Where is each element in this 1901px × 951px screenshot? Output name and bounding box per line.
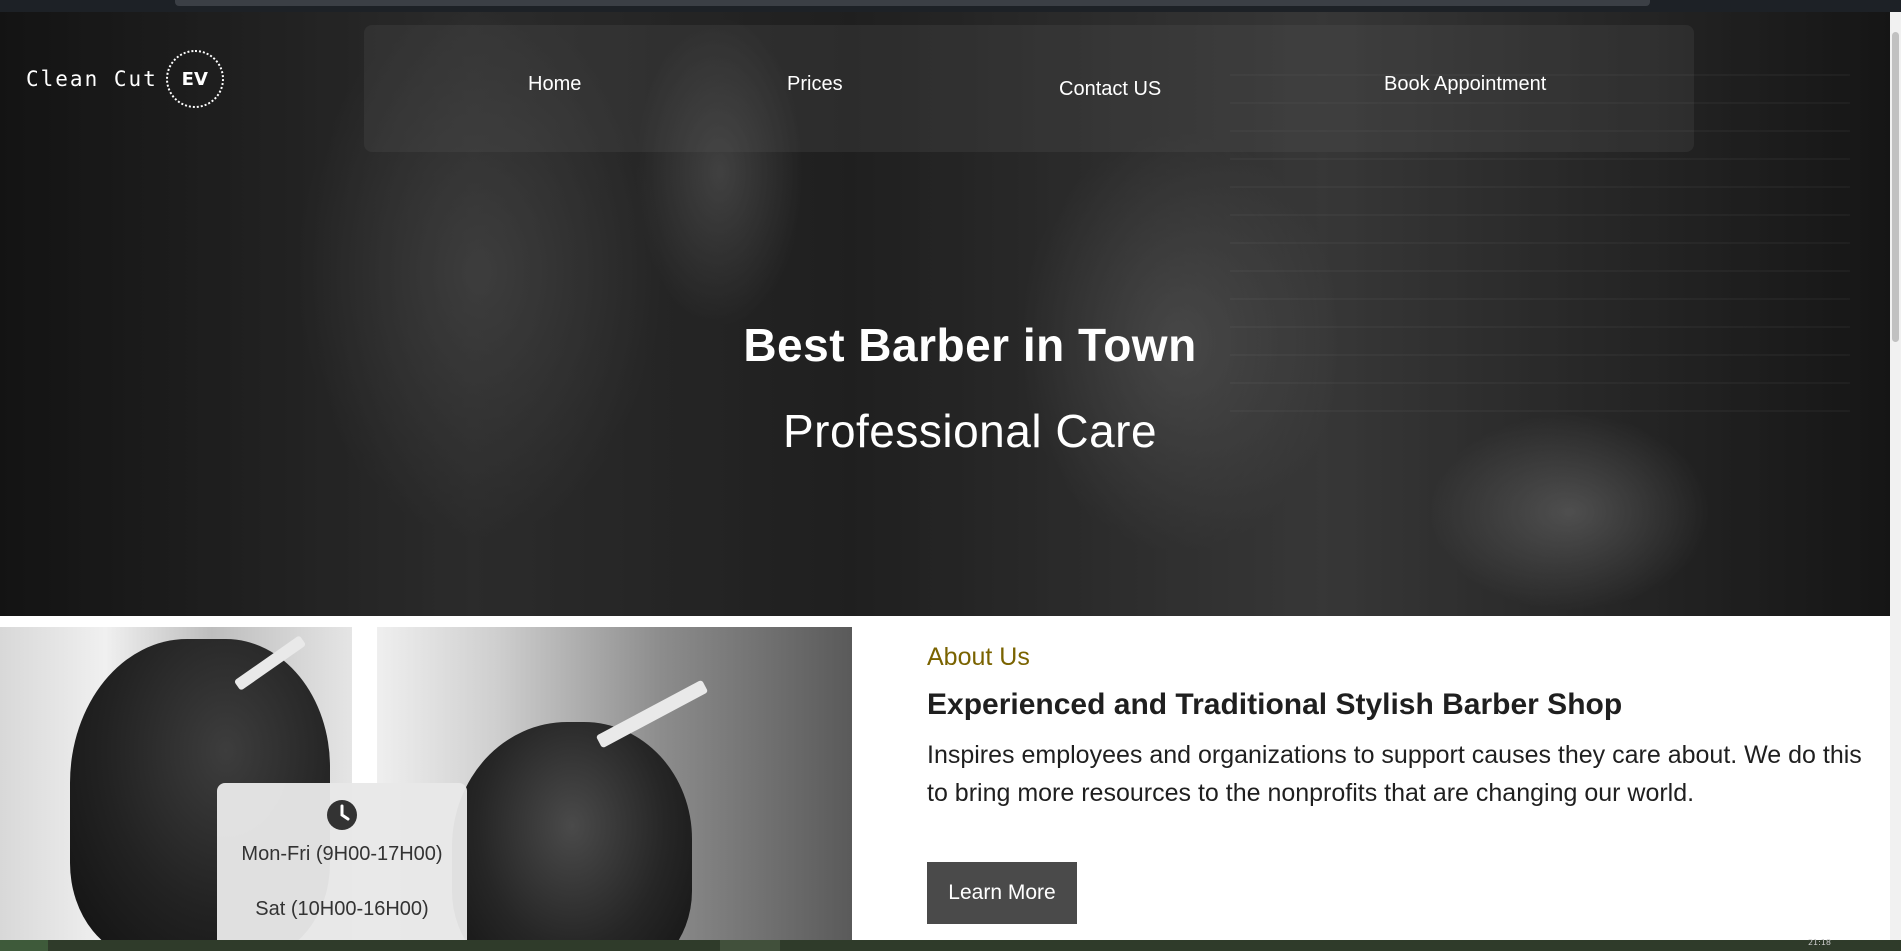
nav-prices[interactable]: Prices [787,73,843,96]
brand[interactable]: Clean Cut EV [26,50,224,108]
learn-more-button[interactable]: Learn More [927,862,1077,924]
clock-icon [327,800,357,830]
taskbar-start[interactable] [0,940,48,951]
hero-section: Clean Cut EV Home Prices Contact US Book… [0,12,1890,616]
taskbar-clock: 21:18 [1807,938,1831,947]
page-scrollbar[interactable] [1890,12,1901,940]
hours-weekday: Mon-Fri (9H00-17H00) [241,843,443,865]
hours-saturday: Sat (10H00-16H00) [255,898,429,920]
about-body: Inspires employees and organizations to … [927,741,1862,807]
os-taskbar: 21:18 [0,938,1901,951]
browser-tab-bar [175,0,1650,6]
browser-top-strip [0,0,1901,12]
nav-home[interactable]: Home [528,73,581,96]
about-eyebrow: About Us [927,643,1030,671]
nav-contact[interactable]: Contact US [1059,78,1161,101]
nav-book-appointment[interactable]: Book Appointment [1384,73,1546,96]
brand-logo: EV [165,50,224,108]
client-head-silhouette [452,722,692,940]
hero-title: Best Barber in Town [743,319,1197,371]
opening-hours-card: Mon-Fri (9H00-17H00) Sat (10H00-16H00) [217,783,467,951]
main-nav: Home Prices Contact US Book Appointment [364,25,1694,152]
scrollbar-thumb[interactable] [1892,32,1899,342]
brand-name: Clean Cut [26,67,158,91]
about-heading: Experienced and Traditional Stylish Barb… [927,688,1623,721]
hero-subtitle: Professional Care [782,405,1158,457]
comb-shape [595,679,709,749]
taskbar-app[interactable] [720,940,780,951]
